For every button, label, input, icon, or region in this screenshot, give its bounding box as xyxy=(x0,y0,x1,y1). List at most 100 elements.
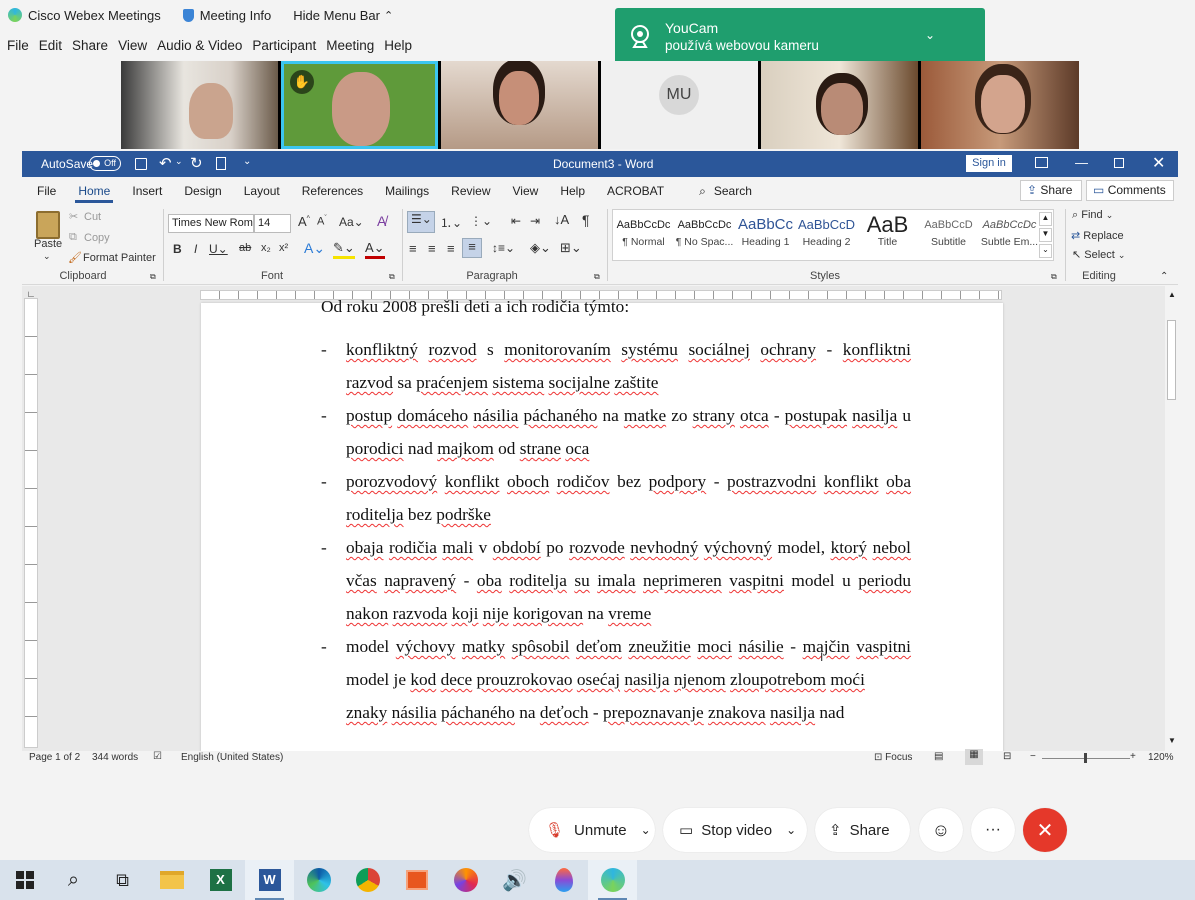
taskbar-audio-app[interactable]: 🔊 xyxy=(490,860,539,900)
styles-dialog-launcher-icon[interactable]: ⧉ xyxy=(1051,272,1057,282)
change-case-icon[interactable]: Aa⌄ xyxy=(339,215,364,229)
vertical-scrollbar[interactable]: ▲ ▼ xyxy=(1165,286,1178,751)
document-body[interactable]: Od roku 2008 prešli deti a ich rodičia t… xyxy=(321,297,911,729)
read-mode-icon[interactable]: ▤ xyxy=(934,751,943,762)
zoom-slider-thumb[interactable] xyxy=(1084,753,1087,763)
tab-design[interactable]: Design xyxy=(173,177,232,205)
taskbar-file-explorer[interactable] xyxy=(147,860,196,900)
stop-video-button[interactable]: ▭ Stop video ⌄ xyxy=(663,808,807,852)
scroll-thumb[interactable] xyxy=(1167,320,1176,400)
tab-references[interactable]: References xyxy=(291,177,374,205)
align-center-icon[interactable]: ≡ xyxy=(428,241,436,256)
close-icon[interactable]: ✕ xyxy=(1152,153,1165,173)
show-formatting-icon[interactable]: ¶ xyxy=(582,212,590,228)
justify-button[interactable]: ≡ xyxy=(462,238,482,258)
taskbar-firefox[interactable] xyxy=(441,860,490,900)
italic-button[interactable]: I xyxy=(194,242,197,256)
participant-video-4[interactable]: MU xyxy=(601,61,758,149)
menu-meeting[interactable]: Meeting xyxy=(326,38,374,53)
taskbar-paint[interactable] xyxy=(539,860,588,900)
format-painter-button[interactable]: Format Painter xyxy=(83,252,156,264)
participant-video-6[interactable] xyxy=(921,61,1079,149)
participant-video-1[interactable] xyxy=(121,61,278,149)
page-count[interactable]: Page 1 of 2 xyxy=(29,752,80,763)
style-heading-1[interactable]: AaBbCc Heading 1 xyxy=(735,214,796,256)
menu-participant[interactable]: Participant xyxy=(252,38,316,53)
font-size-select[interactable]: 14 xyxy=(254,214,291,233)
taskbar-excel[interactable]: X xyxy=(196,860,245,900)
font-name-select[interactable]: Times New Rom xyxy=(168,214,254,233)
paragraph-dialog-launcher-icon[interactable]: ⧉ xyxy=(594,272,600,282)
taskbar-chrome[interactable] xyxy=(343,860,392,900)
search-box[interactable]: ⌕ Search xyxy=(699,184,752,199)
underline-button[interactable]: U⌄ xyxy=(209,242,228,256)
taskbar-powerpoint[interactable] xyxy=(392,860,441,900)
select-button[interactable]: ↖ Select ⌄ xyxy=(1072,248,1125,261)
style-title[interactable]: AaB Title xyxy=(857,214,918,256)
word-count[interactable]: 344 words xyxy=(92,752,138,763)
menu-help[interactable]: Help xyxy=(384,38,412,53)
task-view-button[interactable]: ⧉ xyxy=(98,860,147,900)
align-left-icon[interactable]: ≡ xyxy=(409,241,417,256)
increase-indent-icon[interactable]: ⇥ xyxy=(530,214,540,228)
replace-button[interactable]: ⇄ Replace xyxy=(1071,229,1124,242)
paste-button[interactable]: Paste xyxy=(34,238,62,250)
align-right-icon[interactable]: ≡ xyxy=(447,241,455,256)
font-color-icon[interactable]: A⌄ xyxy=(365,240,385,259)
leave-meeting-button[interactable]: ✕ xyxy=(1023,808,1067,852)
undo-dropdown-icon[interactable]: ⌄ xyxy=(175,156,183,167)
comments-button[interactable]: ▭ Comments xyxy=(1086,180,1174,201)
chevron-down-icon[interactable]: ⌄ xyxy=(641,823,651,837)
highlight-color-icon[interactable]: ✎⌄ xyxy=(333,240,355,259)
undo-icon[interactable]: ↶ xyxy=(159,154,172,172)
bold-button[interactable]: B xyxy=(173,242,182,256)
multilevel-list-button[interactable]: ⋮⌄ xyxy=(470,214,492,228)
start-button[interactable] xyxy=(0,860,49,900)
taskbar-edge[interactable] xyxy=(294,860,343,900)
tab-acrobat[interactable]: ACROBAT xyxy=(596,177,675,205)
paste-dropdown-icon[interactable]: ⌄ xyxy=(43,251,51,262)
hide-menu-bar-button[interactable]: Hide Menu Bar ⌃ xyxy=(293,8,393,23)
menu-share[interactable]: Share xyxy=(72,38,108,53)
clear-formatting-icon[interactable]: A̸ xyxy=(377,213,386,229)
tab-review[interactable]: Review xyxy=(440,177,501,205)
font-dialog-launcher-icon[interactable]: ⧉ xyxy=(389,272,395,282)
save-icon[interactable] xyxy=(135,158,147,170)
minimize-icon[interactable]: — xyxy=(1075,155,1088,170)
participant-video-2-active[interactable]: ✋ xyxy=(281,61,438,149)
grow-font-icon[interactable]: A^ xyxy=(298,214,310,229)
sign-in-button[interactable]: Sign in xyxy=(966,155,1012,172)
style-no-spacing[interactable]: AaBbCcDc ¶ No Spac... xyxy=(674,214,735,256)
share-content-button[interactable]: ⇪ Share xyxy=(815,808,910,852)
menu-view[interactable]: View xyxy=(118,38,147,53)
scroll-up-icon[interactable]: ▲ xyxy=(1168,290,1176,299)
vertical-ruler[interactable] xyxy=(24,298,38,748)
customize-toolbar-icon[interactable]: ⌄ xyxy=(243,156,251,167)
styles-more-icon[interactable]: ⌄ xyxy=(1039,244,1052,258)
unmute-button[interactable]: 🎙 Unmute ⌄ xyxy=(529,808,655,852)
chevron-down-icon[interactable]: ⌄ xyxy=(925,28,935,42)
web-layout-icon[interactable]: ⊟ xyxy=(1003,751,1011,762)
scroll-down-icon[interactable]: ▼ xyxy=(1168,736,1176,745)
style-heading-2[interactable]: AaBbCcD Heading 2 xyxy=(796,214,857,256)
clipboard-dialog-launcher-icon[interactable]: ⧉ xyxy=(150,272,156,282)
share-button[interactable]: ⇪ Share xyxy=(1020,180,1082,201)
superscript-button[interactable]: x² xyxy=(279,242,288,254)
tab-file[interactable]: File xyxy=(26,177,67,205)
bullets-button[interactable]: ☰⌄ xyxy=(407,211,435,233)
menu-edit[interactable]: Edit xyxy=(39,38,62,53)
line-spacing-icon[interactable]: ↕≡⌄ xyxy=(492,241,515,255)
meeting-info-button[interactable]: Meeting Info xyxy=(182,8,271,23)
ribbon-display-options-icon[interactable] xyxy=(1035,157,1048,168)
style-normal[interactable]: AaBbCcDc ¶ Normal xyxy=(613,214,674,256)
redo-icon[interactable]: ↻ xyxy=(190,154,203,172)
zoom-out-icon[interactable]: − xyxy=(1030,751,1036,762)
menu-file[interactable]: File xyxy=(7,38,29,53)
collapse-ribbon-icon[interactable]: ⌃ xyxy=(1160,271,1168,282)
copy-button[interactable]: Copy xyxy=(84,232,110,244)
cut-button[interactable]: Cut xyxy=(84,211,101,223)
tab-help[interactable]: Help xyxy=(549,177,596,205)
print-layout-icon[interactable]: ▦ xyxy=(965,749,983,765)
tab-layout[interactable]: Layout xyxy=(233,177,291,205)
subscript-button[interactable]: x₂ xyxy=(261,242,271,254)
